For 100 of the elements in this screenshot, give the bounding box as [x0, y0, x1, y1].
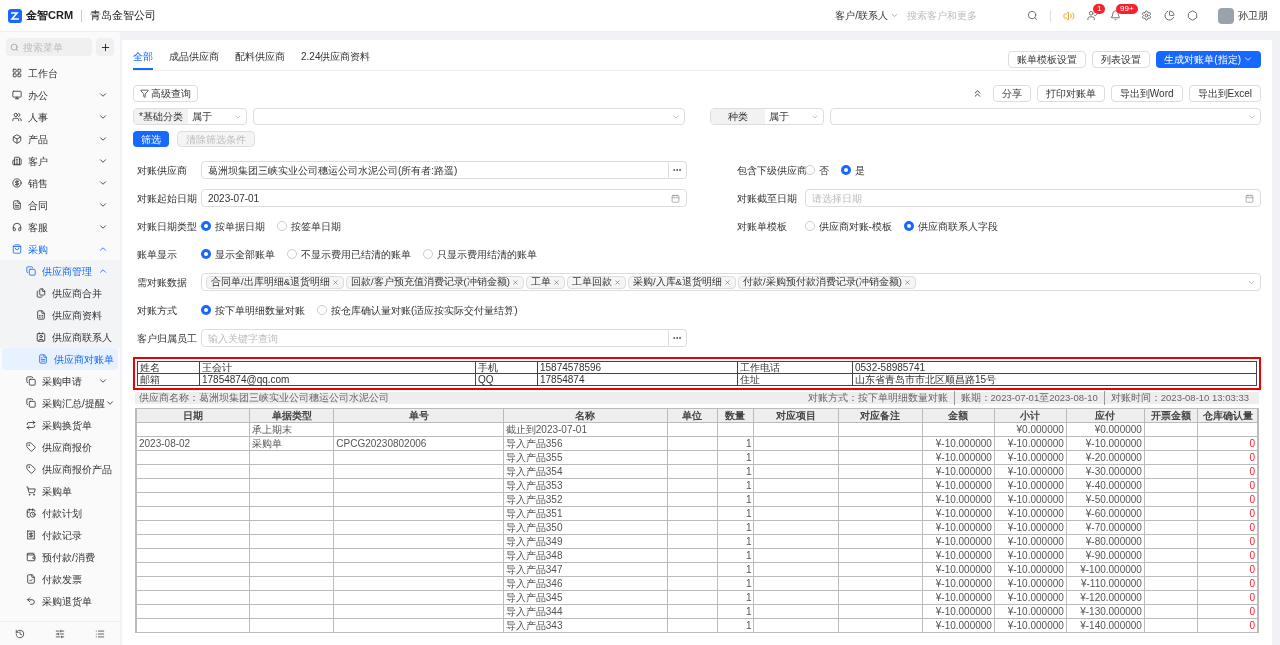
hexagon-icon[interactable]	[1187, 10, 1198, 21]
user-check-icon[interactable]	[1087, 10, 1098, 21]
sidebar-item[interactable]: 供应商资料	[0, 304, 120, 326]
table-cell: ¥-10.000000	[922, 576, 995, 591]
table-cell: 1	[717, 464, 754, 479]
field-label: 对账截至日期	[736, 191, 797, 206]
tab[interactable]: 成品供应商	[169, 49, 219, 70]
toolbar-button[interactable]: 导出到Word	[1110, 85, 1183, 102]
radio-button[interactable]	[201, 221, 211, 231]
toolbar-button[interactable]: 分享	[992, 85, 1031, 102]
sidebar-item[interactable]: 工作台	[0, 62, 120, 84]
list-icon[interactable]	[95, 628, 105, 639]
radio-button[interactable]	[804, 165, 815, 175]
operator-dropdown[interactable]: 属于	[188, 109, 246, 124]
sidebar-item[interactable]: 供应商报价产品	[0, 458, 120, 480]
radio-button[interactable]	[277, 221, 287, 231]
column-header: 开票金额	[1144, 408, 1198, 423]
date-field[interactable]: 2023-07-01	[201, 189, 687, 207]
tag: 采购/入库&退货明细	[627, 275, 736, 289]
add-button[interactable]	[96, 38, 114, 56]
generate-statement-button[interactable]: 生成对账单(指定)	[1156, 50, 1261, 68]
filter-button[interactable]: 筛选	[133, 131, 169, 147]
statement-detail-text: 对账方式：按下单明细数量对账	[806, 390, 949, 405]
toolbar-button[interactable]: 导出到Excel	[1188, 85, 1261, 102]
radio-button[interactable]	[287, 249, 297, 259]
table-cell: 1	[717, 520, 754, 535]
column-header: 日期	[136, 408, 250, 423]
tag-select-field[interactable]: 合同单/出库明细&退货明细 回款/客户预充值消费记录(冲销金额) 工单 工单回款 采购/入库&退货明细 付款/采购预付款消费记录(冲销金额)	[201, 273, 1261, 291]
table-cell: 1	[717, 604, 754, 619]
sliders-icon[interactable]	[55, 628, 65, 639]
table-cell: 0	[1197, 436, 1258, 451]
sidebar-item[interactable]: 供应商对账单	[2, 348, 118, 370]
sidebar-item[interactable]: 付款计划	[0, 502, 120, 524]
toolbar-button[interactable]: 打印对账单	[1036, 85, 1105, 102]
table-cell: 1	[717, 478, 754, 493]
contact-value: 0532-58985741	[852, 361, 1257, 374]
advanced-query-button[interactable]: 高级查询	[133, 85, 198, 102]
close-icon[interactable]	[903, 278, 911, 286]
copy-icon	[26, 376, 36, 386]
more-button[interactable]	[668, 161, 687, 179]
sidebar-item[interactable]: 采购申请	[0, 370, 120, 392]
sidebar-item[interactable]: 供应商报价	[0, 436, 120, 458]
calendar-icon	[670, 193, 680, 203]
radio-label: 按签单日期	[291, 219, 341, 234]
sidebar-item[interactable]: 人事	[0, 106, 120, 128]
sidebar-item[interactable]: 付款发票	[0, 568, 120, 590]
sidebar-item[interactable]: 采购汇总/提醒	[0, 392, 120, 414]
more-button[interactable]	[668, 329, 687, 347]
sidebar-item[interactable]: 付款记录	[0, 524, 120, 546]
search-scope-dropdown[interactable]: 客户/联系人	[835, 8, 899, 23]
operator-dropdown[interactable]: 属于	[764, 109, 823, 124]
column-header: 单据类型	[249, 408, 334, 423]
sidebar-item[interactable]: 供应商联系人	[0, 326, 120, 348]
sidebar-item[interactable]: 合同	[0, 194, 120, 216]
close-icon[interactable]	[332, 278, 339, 286]
avatar[interactable]	[1218, 7, 1234, 24]
table-cell: 1	[717, 590, 754, 605]
search-icon[interactable]	[1027, 10, 1038, 21]
sidebar-item[interactable]: 供应商管理	[0, 260, 120, 282]
settings-icon[interactable]	[1141, 10, 1152, 21]
sidebar-item[interactable]: 产品	[0, 128, 120, 150]
toolbar-button[interactable]: 列表设置	[1092, 50, 1151, 68]
sidebar-item[interactable]: 采购退货单	[0, 590, 120, 612]
sidebar-item[interactable]: 客服	[0, 216, 120, 238]
text-field[interactable]: 葛洲坝集团三峡实业公司穗运公司水泥公司(所有者:路遥)	[201, 161, 669, 179]
sidebar-item[interactable]: 采购单	[0, 480, 120, 502]
radio-button[interactable]	[317, 305, 327, 315]
sidebar-item[interactable]: 销售	[0, 172, 120, 194]
bag-icon	[12, 244, 22, 254]
user-name[interactable]: 孙卫朋	[1238, 8, 1268, 23]
toolbar-button[interactable]: 账单模板设置	[1008, 50, 1087, 68]
radio-button[interactable]	[840, 165, 851, 175]
table-cell: ¥-10.000000	[994, 604, 1067, 619]
sidebar-item[interactable]: 供应商合并	[0, 282, 120, 304]
close-icon[interactable]	[723, 278, 731, 286]
sidebar-item[interactable]: 采购换货单	[0, 414, 120, 436]
tag: 工单	[525, 275, 565, 289]
close-icon[interactable]	[613, 278, 621, 286]
column-header: 对应备注	[838, 408, 923, 423]
sidebar-item[interactable]: 预付款/消费	[0, 546, 120, 568]
tab[interactable]: 全部	[133, 49, 153, 70]
speaker-icon[interactable]	[1063, 9, 1075, 22]
history-icon[interactable]	[15, 628, 25, 639]
sidebar-item[interactable]: 办公	[0, 84, 120, 106]
bell-icon[interactable]	[1110, 10, 1121, 21]
sidebar-item[interactable]: 采购	[0, 238, 120, 260]
radio-button[interactable]	[423, 249, 433, 259]
close-icon[interactable]	[511, 278, 519, 286]
radio-label: 按下单明细数量对账	[215, 303, 305, 318]
sidebar-item[interactable]: 客户	[0, 150, 120, 172]
tab[interactable]: 2.24供应商资料	[301, 49, 371, 70]
close-icon[interactable]	[552, 278, 560, 286]
radio-button[interactable]	[804, 221, 815, 231]
tag: 回款/客户预充值消费记录(冲销金额)	[346, 275, 524, 289]
contact-value: 王会计	[199, 361, 476, 374]
pie-chart-icon[interactable]	[1164, 10, 1175, 21]
radio-button[interactable]	[201, 249, 211, 259]
radio-button[interactable]	[201, 305, 211, 315]
tab[interactable]: 配料供应商	[235, 49, 285, 70]
radio-button[interactable]	[903, 221, 914, 231]
